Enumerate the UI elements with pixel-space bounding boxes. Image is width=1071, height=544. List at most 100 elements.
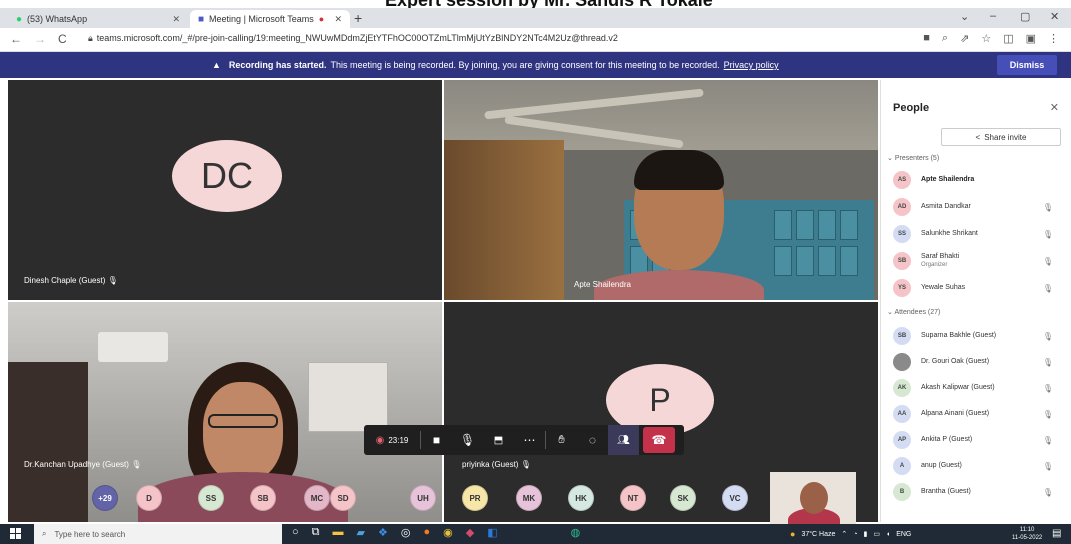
presenters-header[interactable]: ⌄ Presenters (5) — [887, 154, 939, 162]
participant-bubble[interactable]: MC — [304, 485, 330, 511]
attendees-header[interactable]: ⌄ Attendees (27) — [887, 308, 940, 316]
mic-off-icon: 🎙︎ — [1042, 487, 1053, 497]
store-icon[interactable]: ▰ — [357, 526, 365, 539]
participant-list-item[interactable]: AS Apte Shailendra — [893, 168, 1069, 192]
app-icon[interactable]: ◍ — [571, 526, 581, 539]
mic-off-icon: 🎙︎ — [1042, 283, 1053, 293]
share-screen-button[interactable]: ⬒ — [483, 425, 514, 455]
battery-icon[interactable]: ▮ — [863, 530, 867, 538]
share-icon[interactable]: ⇗ — [960, 32, 969, 45]
participant-bubble[interactable]: SB — [250, 485, 276, 511]
mic-button[interactable]: 🎙︎ — [452, 425, 483, 455]
app-icon[interactable]: ◎ — [401, 526, 411, 539]
participant-list-item[interactable]: SB Saraf Bhakti Organizer 🎙︎ — [893, 249, 1069, 273]
windows-start-icon[interactable] — [10, 528, 22, 540]
participants-button[interactable]: 👥︎ — [608, 425, 639, 455]
network-icon[interactable]: ◔ — [853, 531, 857, 538]
profile-icon[interactable]: ▣ — [1026, 32, 1036, 45]
browser-tab-bar: ● (53) WhatsApp ✕ ■ Meeting | Microsoft … — [0, 8, 1071, 28]
dropbox-icon[interactable]: ❖ — [378, 526, 388, 539]
bookmark-star-icon[interactable]: ☆ — [981, 32, 991, 45]
close-window-button[interactable]: ✕ — [1050, 10, 1059, 23]
banner-message: ▲ Recording has started. This meeting is b… — [212, 60, 779, 70]
more-actions-button[interactable]: ⋯ — [514, 425, 545, 455]
url-field[interactable]: 🔒︎ teams.microsoft.com/_#/pre-join-callin… — [88, 33, 618, 44]
participant-list-item[interactable]: Dr. Gouri Oak (Guest) 🎙︎ — [893, 350, 1069, 374]
participant-list-item[interactable]: AP Ankita P (Guest) 🎙︎ — [893, 428, 1069, 452]
participant-bubble[interactable]: UH — [410, 485, 436, 511]
task-view-icon[interactable]: ⧉ — [312, 526, 320, 539]
reload-button[interactable]: C — [58, 32, 67, 46]
chat-button[interactable]: ◌ — [577, 425, 608, 455]
close-icon[interactable]: ✕ — [334, 14, 342, 25]
participant-bubbles: +29 D SS SB MC SD UH PR MK HK NT SK VC — [92, 485, 772, 513]
participant-name: Dr.Kanchan Upadhye (Guest) 🎙︎ — [24, 460, 142, 469]
video-tile-apte[interactable]: Apte Shailendra — [444, 80, 878, 300]
participant-bubble[interactable]: SD — [330, 485, 356, 511]
clock[interactable]: 11:10 11-05-2022 — [1012, 526, 1042, 542]
new-tab-button[interactable]: + — [354, 10, 362, 26]
forward-button[interactable]: → — [34, 32, 46, 46]
file-explorer-icon[interactable]: ▬ — [333, 526, 344, 539]
self-view[interactable] — [770, 472, 856, 526]
tray-arrow-icon[interactable]: ⌃ — [841, 530, 847, 538]
volume-icon[interactable]: ◖ — [886, 531, 890, 538]
participant-bubble[interactable]: PR — [462, 485, 488, 511]
language-indicator[interactable]: ENG — [896, 531, 911, 538]
back-button[interactable]: ← — [10, 32, 22, 46]
weather-text[interactable]: 37°C Haze — [801, 531, 835, 538]
participant-list-item[interactable]: Aanup (Guest) 🎙︎ — [893, 454, 1069, 478]
close-icon[interactable]: ✕ — [1050, 101, 1059, 114]
participant-list-item[interactable]: AA Alpana Ainani (Guest) 🎙︎ — [893, 402, 1069, 426]
participant-bubble[interactable]: NT — [620, 485, 646, 511]
zoom-icon[interactable]: ⌕ — [942, 32, 948, 45]
participant-bubble[interactable]: HK — [568, 485, 594, 511]
participant-name: anup (Guest) — [921, 462, 962, 469]
participant-list-item[interactable]: SB Suparna Bakhle (Guest) 🎙︎ — [893, 324, 1069, 348]
participant-name: Apte Shailendra — [574, 280, 631, 289]
monitor-icon[interactable]: ▭ — [873, 530, 880, 538]
whatsapp-icon: ● — [16, 13, 23, 25]
tab-label: (53) WhatsApp — [27, 14, 88, 24]
participant-bubble[interactable]: D — [136, 485, 162, 511]
share-invite-button[interactable]: < Share invite — [941, 128, 1061, 146]
raise-hand-button[interactable]: ✋︎ — [546, 425, 577, 455]
taskbar-search-field[interactable]: ⌕ Type here to search — [34, 524, 282, 544]
maximize-button[interactable]: ▢ — [1020, 10, 1030, 23]
participant-list-item[interactable]: B Brantha (Guest) 🎙︎ — [893, 480, 1069, 504]
tab-whatsapp[interactable]: ● (53) WhatsApp ✕ — [8, 10, 188, 28]
system-tray: ● 37°C Haze ⌃ ◔ ▮ ▭ ◖ ENG — [790, 529, 911, 539]
firefox-icon[interactable]: ● — [423, 526, 430, 539]
avatar: SS — [893, 225, 911, 243]
app-icon[interactable]: ◆ — [466, 526, 474, 539]
tab-teams[interactable]: ■ Meeting | Microsoft Teams ● ✕ — [190, 10, 350, 28]
participant-bubble[interactable]: VC — [722, 485, 748, 511]
participant-bubble[interactable]: SS — [198, 485, 224, 511]
notification-icon[interactable]: ▤ — [1052, 528, 1061, 539]
participant-name: Ankita P (Guest) — [921, 436, 973, 443]
tab-search-icon[interactable]: ⌄ — [960, 10, 969, 23]
participant-list-item[interactable]: AK Akash Kalipwar (Guest) 🎙︎ — [893, 376, 1069, 400]
participant-face — [203, 382, 283, 482]
participant-list-item[interactable]: YS Yewale Suhas 🎙︎ — [893, 276, 1069, 300]
participant-bubble[interactable]: SK — [670, 485, 696, 511]
chrome-icon[interactable]: ◉ — [443, 526, 453, 539]
privacy-policy-link[interactable]: Privacy policy — [724, 60, 779, 70]
participant-list-item[interactable]: SS Salunkhe Shrikant 🎙︎ — [893, 222, 1069, 246]
mic-off-icon: 🎙︎ — [1042, 202, 1053, 212]
participant-bubble[interactable]: MK — [516, 485, 542, 511]
menu-icon[interactable]: ⋮ — [1048, 32, 1059, 45]
dismiss-button[interactable]: Dismiss — [997, 55, 1057, 75]
hang-up-button[interactable]: ☎︎ — [643, 427, 675, 453]
word-icon[interactable]: ◧ — [487, 526, 497, 539]
address-bar-row: ← → C 🔒︎ teams.microsoft.com/_#/pre-join-… — [0, 28, 1071, 52]
minimize-button[interactable]: – — [990, 10, 996, 22]
cortana-icon[interactable]: ○ — [292, 526, 299, 539]
camera-button[interactable]: ■ — [421, 425, 452, 455]
extensions-icon[interactable]: ◫ — [1003, 32, 1013, 45]
participant-list-item[interactable]: AD Asmita Dandkar 🎙︎ — [893, 195, 1069, 219]
camera-permission-icon[interactable]: ■ — [923, 32, 930, 45]
close-icon[interactable]: ✕ — [172, 14, 180, 25]
participant-bubble[interactable]: +29 — [92, 485, 118, 511]
video-tile-dinesh[interactable]: DC Dinesh Chaple (Guest) 🎙︎ — [8, 80, 442, 300]
